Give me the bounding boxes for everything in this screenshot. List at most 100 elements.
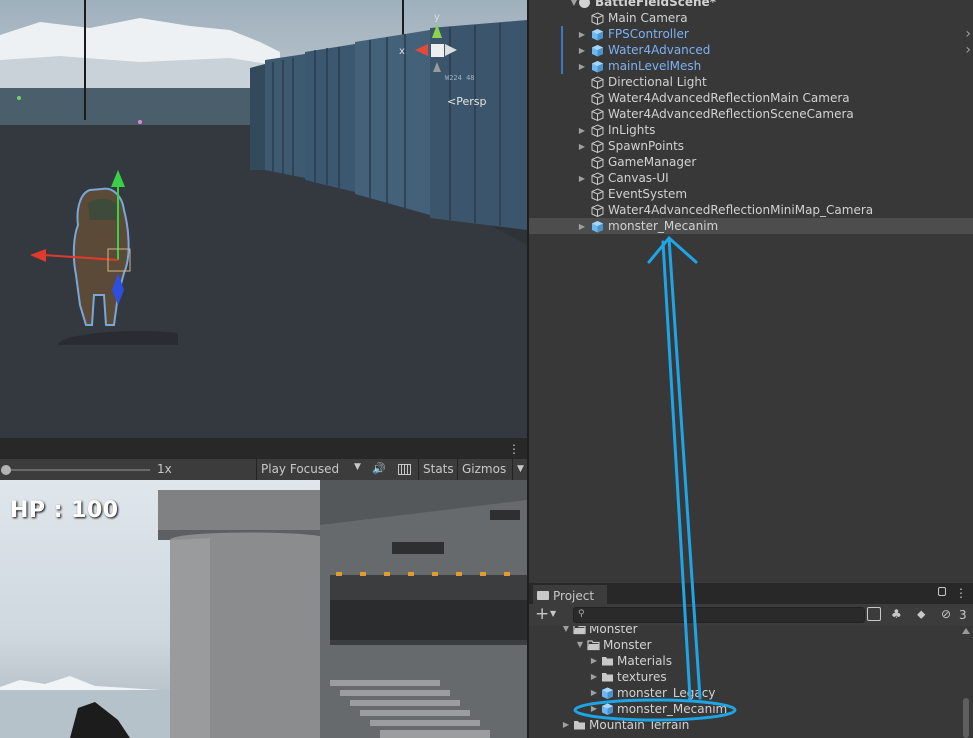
override-marker <box>561 42 563 58</box>
expand-arrow-icon[interactable]: ▶ <box>577 222 587 231</box>
hierarchy-item-label: Main Camera <box>608 11 688 25</box>
hierarchy-item[interactable]: GameManager <box>529 154 973 170</box>
game-view[interactable]: HP : 100 <box>0 480 527 738</box>
project-item-label: Monster <box>589 626 638 636</box>
game-panel-menu-icon[interactable]: ⋮ <box>508 442 520 456</box>
override-marker <box>561 26 563 42</box>
hierarchy-panel: ▼ BattleFieldScene* Main Camera ▶ FPSContr… <box>527 0 973 583</box>
expand-arrow-icon[interactable]: ▶ <box>589 688 599 697</box>
project-scrollbar[interactable] <box>961 626 971 738</box>
projection-label[interactable]: <Persp <box>447 95 486 108</box>
tab-project-label: Project <box>553 588 595 603</box>
unity-scene-icon <box>579 0 590 8</box>
hierarchy-item[interactable]: Water4AdvancedReflectionSceneCamera <box>529 106 973 122</box>
orientation-gizmo[interactable]: y x <box>397 10 487 100</box>
hidden-packages-icon[interactable]: ⊘ <box>941 607 951 621</box>
collapse-arrow-icon[interactable]: ▼ <box>561 626 571 633</box>
gameobject-cube-icon <box>591 92 604 105</box>
prefab-cube-icon <box>592 221 603 233</box>
hierarchy-item[interactable]: Directional Light <box>529 74 973 90</box>
gizmos-button[interactable]: Gizmos ▼ <box>457 459 527 480</box>
lock-icon[interactable] <box>938 587 946 596</box>
expand-arrow-icon[interactable]: ▶ <box>577 142 587 151</box>
project-item[interactable]: ▶ textures <box>529 669 959 685</box>
gameobject-cube-icon <box>591 124 604 137</box>
prefab-cube-icon <box>592 61 603 73</box>
collapse-arrow-icon[interactable]: ▼ <box>575 640 585 649</box>
svg-text:x: x <box>399 46 405 57</box>
tab-project[interactable]: Project <box>533 585 607 604</box>
hierarchy-item[interactable]: Main Camera <box>529 10 973 26</box>
project-item-label: Monster <box>603 638 652 652</box>
hidden-count: 3 <box>959 608 967 622</box>
project-panel: Project ⋮ + ▼ ⚲ ♣ ⬥ ⊘ 3 ▼ Monster ▼ Monster… <box>527 583 973 738</box>
project-tab-bar: Project ⋮ <box>529 583 973 604</box>
hierarchy-item[interactable]: Water4AdvancedReflectionMiniMap_Camera <box>529 202 973 218</box>
scale-slider[interactable] <box>0 459 150 480</box>
project-item[interactable]: ▼ Monster <box>529 626 959 637</box>
play-mode-dropdown[interactable]: Play Focused ▼ <box>256 459 366 480</box>
scene-view[interactable]: W224 48 y x <Persp <box>0 0 527 438</box>
stats-button[interactable]: Stats <box>418 459 456 480</box>
expand-arrow-icon[interactable]: ▶ <box>561 720 571 729</box>
gameobject-cube-icon <box>591 204 604 217</box>
gameobject-cube-icon <box>591 76 604 89</box>
expand-arrow-icon[interactable]: ▶ <box>577 174 587 183</box>
folder-open-icon <box>587 640 600 651</box>
project-item[interactable]: ▼ Monster <box>529 637 959 653</box>
expand-arrow-icon[interactable]: ▶ <box>589 672 599 681</box>
folder-icon <box>602 657 613 666</box>
search-input[interactable]: ⚲ <box>573 607 865 623</box>
scene-marker-pink <box>138 120 142 124</box>
expand-arrow-icon[interactable]: ▶ <box>577 62 587 71</box>
gizmos-dropdown-icon[interactable]: ▼ <box>512 459 528 480</box>
open-prefab-chevron-icon[interactable]: › <box>965 26 971 42</box>
hierarchy-item[interactable]: EventSystem <box>529 186 973 202</box>
open-prefab-chevron-icon[interactable]: › <box>965 42 971 58</box>
expand-arrow-icon[interactable]: ▶ <box>589 656 599 665</box>
hierarchy-item-label: Directional Light <box>608 75 707 89</box>
audio-mute-icon[interactable]: 🔊 <box>372 462 386 475</box>
project-item[interactable]: ▶ monster_Mecanim <box>529 701 959 717</box>
hierarchy-item[interactable]: ▶ Water4Advanced › <box>529 42 973 58</box>
hierarchy-item[interactable]: ▶ SpawnPoints <box>529 138 973 154</box>
project-item[interactable]: ▶ monster_Legacy <box>529 685 959 701</box>
hierarchy-item-label: GameManager <box>608 155 697 169</box>
scene-root-row[interactable]: ▼ BattleFieldScene* <box>529 0 973 10</box>
folder-icon <box>537 591 549 600</box>
hierarchy-item-label: InLights <box>608 123 656 137</box>
expand-arrow-icon[interactable]: ▶ <box>589 704 599 713</box>
monster-model[interactable] <box>28 165 178 345</box>
prefab-cube-icon <box>592 45 603 57</box>
hierarchy-item-label: EventSystem <box>608 187 688 201</box>
expand-arrow-icon[interactable]: ▶ <box>577 126 587 135</box>
search-icon: ⚲ <box>578 609 585 619</box>
folder-open-icon <box>573 626 586 635</box>
expand-arrow-icon[interactable]: ▼ <box>569 0 579 7</box>
hierarchy-item[interactable]: ▶ Canvas-UI <box>529 170 973 186</box>
create-dropdown-icon[interactable]: ▼ <box>550 609 556 618</box>
scene-pole-left <box>84 0 86 120</box>
hierarchy-item[interactable]: ▶ monster_Mecanim <box>529 218 973 234</box>
search-by-type-icon[interactable] <box>867 607 881 621</box>
game-toolbar: 1x Play Focused ▼ 🔊 Stats Gizmos ▼ <box>0 459 527 480</box>
hierarchy-item[interactable]: ▶ FPSController › <box>529 26 973 42</box>
scene-name: BattleFieldScene* <box>595 0 716 9</box>
project-item-label: Materials <box>617 654 673 668</box>
project-item[interactable]: ▶ Materials <box>529 653 959 669</box>
project-item[interactable]: ▶ Mountain Terrain <box>529 717 959 733</box>
gameobject-cube-icon <box>591 156 604 169</box>
expand-arrow-icon[interactable]: ▶ <box>577 46 587 55</box>
create-plus-icon[interactable]: + <box>535 604 549 624</box>
project-panel-menu-icon[interactable]: ⋮ <box>955 586 967 600</box>
expand-arrow-icon[interactable]: ▶ <box>577 30 587 39</box>
hierarchy-item[interactable]: ▶ InLights <box>529 122 973 138</box>
hp-display: HP : 100 <box>10 498 119 523</box>
hierarchy-item[interactable]: ▶ mainLevelMesh <box>529 58 973 74</box>
resolution-grid-icon[interactable] <box>398 464 411 475</box>
game-tab-bar: ⋮ <box>0 438 527 459</box>
filter-by-type-icon[interactable]: ♣ <box>891 607 902 621</box>
hierarchy-item-label: Canvas-UI <box>608 171 669 185</box>
label-tag-icon[interactable]: ⬥ <box>917 607 925 622</box>
hierarchy-item[interactable]: Water4AdvancedReflectionMain Camera <box>529 90 973 106</box>
